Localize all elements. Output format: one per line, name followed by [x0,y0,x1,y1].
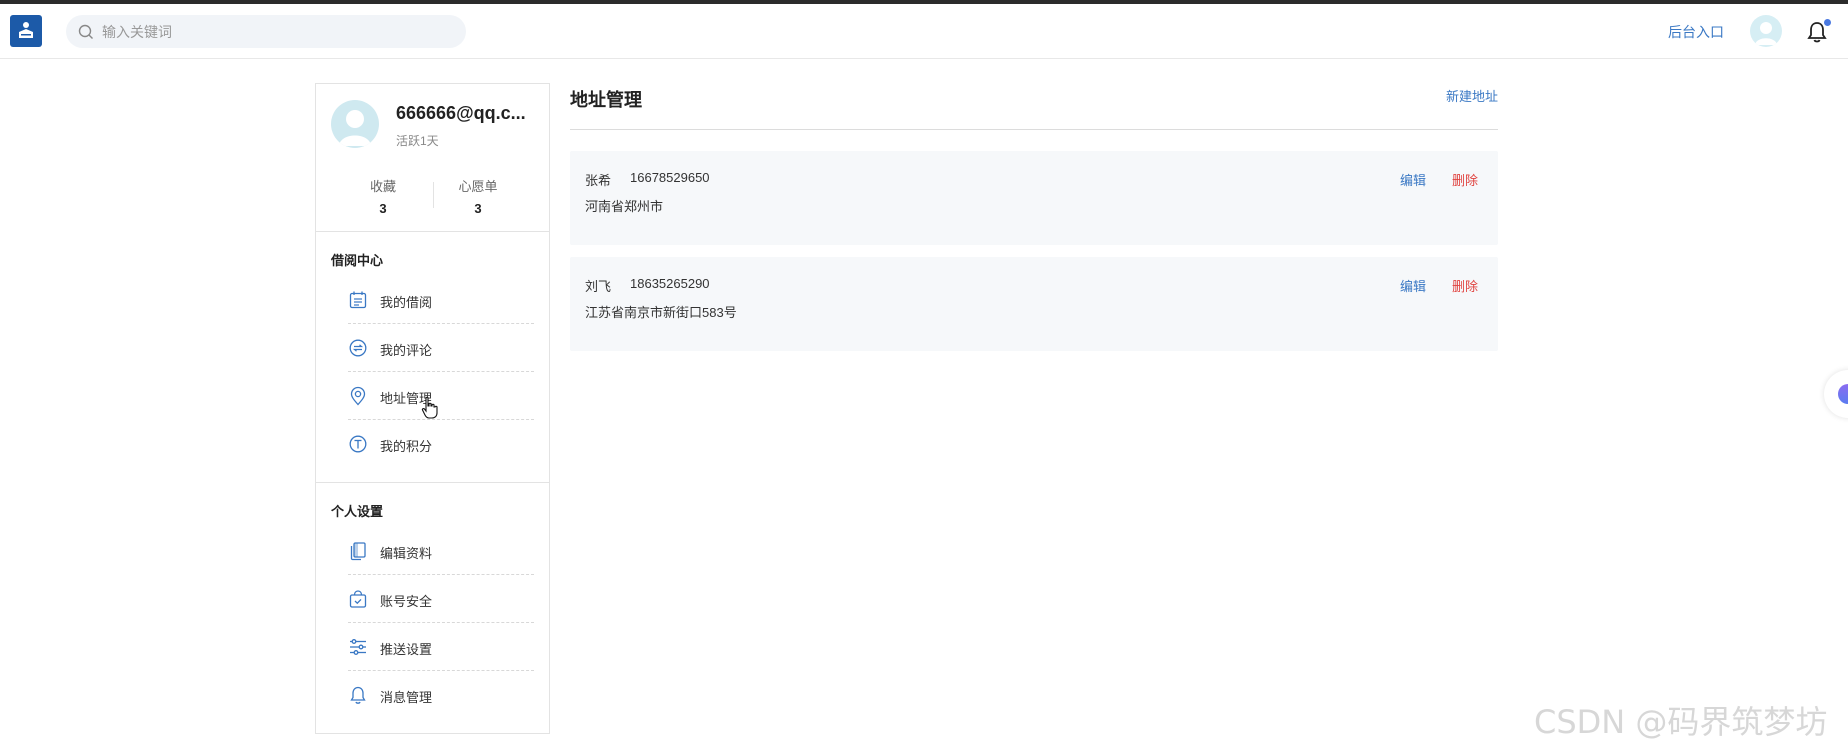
comment-icon [349,339,367,357]
address-card: 刘飞 18635265290 江苏省南京市新街口583号 编辑 删除 [570,257,1498,351]
sidebar-item-address-management[interactable]: 地址管理 [348,372,534,420]
sidebar-item-label: 消息管理 [380,690,433,705]
sidebar-item-my-points[interactable]: 我的积分 [348,420,534,468]
points-icon [349,435,367,453]
user-avatar[interactable] [1750,15,1782,47]
new-address-button[interactable]: 新建地址 [1446,86,1498,105]
avatar-person-icon [339,110,371,146]
title-divider [570,129,1498,130]
profile-card: 666666@qq.c... 活跃1天 收藏 3 心愿单 3 [316,84,549,232]
address-recipient-name: 刘飞 [585,279,612,294]
search-input[interactable] [102,23,422,40]
sidebar-item-my-comments[interactable]: 我的评论 [348,324,534,372]
sidebar-item-account-security[interactable]: 账号安全 [348,575,534,623]
library-logo-icon [19,22,33,38]
section-title: 借阅中心 [331,253,384,268]
sliders-icon [350,639,366,655]
address-recipient-name: 张希 [585,173,612,188]
site-logo[interactable] [10,15,42,47]
sidebar-item-label: 我的借阅 [380,295,433,310]
address-card: 张希 16678529650 河南省郑州市 编辑 删除 [570,151,1498,245]
address-text: 河南省郑州市 [585,199,664,214]
stat-favorites[interactable]: 收藏 3 [343,176,423,216]
sidebar-item-label: 编辑资料 [380,546,433,561]
section-personal-settings: 个人设置 编辑资料 账号安全 推送设置 消息管理 [316,483,549,733]
profile-avatar[interactable] [331,100,379,148]
csdn-watermark: CSDN @码界筑梦坊 [1534,703,1828,741]
profile-active-days: 活跃1天 [396,134,439,148]
location-pin-icon [350,386,366,406]
sidebar-item-label: 账号安全 [380,594,433,609]
stat-label: 收藏 [369,179,396,194]
avatar-person-icon [1755,22,1777,45]
stat-divider [433,182,434,208]
assistant-icon [1838,384,1848,404]
sidebar-item-push-settings[interactable]: 推送设置 [348,623,534,671]
search-icon [78,24,93,39]
delete-address-button[interactable]: 删除 [1452,170,1478,189]
notification-dot [1824,19,1831,26]
top-navbar: 后台入口 [0,4,1848,59]
search-box[interactable] [66,15,466,48]
address-phone: 18635265290 [630,276,710,291]
floating-assistant-button[interactable] [1824,370,1848,418]
sidebar-item-label: 我的评论 [380,343,433,358]
stat-value: 3 [474,201,482,216]
stat-label: 心愿单 [458,179,498,194]
delete-address-button[interactable]: 删除 [1452,276,1478,295]
admin-entry-link[interactable]: 后台入口 [1668,22,1724,42]
sidebar-item-edit-profile[interactable]: 编辑资料 [348,527,534,575]
stat-wishlist[interactable]: 心愿单 3 [438,176,518,216]
section-title: 个人设置 [331,504,384,519]
hand-pointer-cursor-icon [421,396,438,419]
sidebar-item-label: 推送设置 [380,642,433,657]
bell-icon [350,686,366,704]
stat-value: 3 [379,201,387,216]
edit-address-button[interactable]: 编辑 [1400,170,1426,189]
documents-icon [350,542,366,561]
address-phone: 16678529650 [630,170,710,185]
sidebar-item-label: 我的积分 [380,439,433,454]
edit-address-button[interactable]: 编辑 [1400,276,1426,295]
sidebar-item-message-management[interactable]: 消息管理 [348,671,534,719]
shield-bag-icon [349,590,367,608]
section-borrow-center: 借阅中心 我的借阅 我的评论 地址管理 我的积分 [316,232,549,483]
sidebar-item-my-borrowing[interactable]: 我的借阅 [348,276,534,324]
profile-name: 666666@qq.c... [396,103,526,123]
calendar-icon [349,291,367,309]
page-title: 地址管理 [570,90,642,110]
address-text: 江苏省南京市新街口583号 [585,305,737,320]
